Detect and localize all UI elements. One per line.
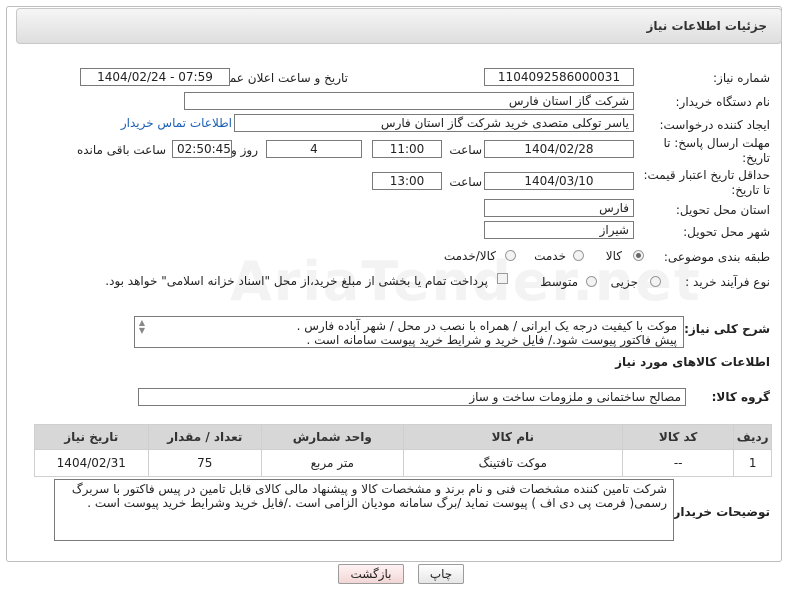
cell-unit: متر مربع (261, 449, 404, 477)
category-option-goods: کالا (605, 249, 622, 263)
buyer-org-label: نام دستگاه خریدار: (675, 95, 771, 109)
col-unit: واحد شمارش (261, 424, 404, 450)
province-field: فارس (484, 199, 634, 217)
table-header-row: ردیف کد کالا نام کالا واحد شمارش تعداد /… (34, 424, 772, 450)
scrollbar[interactable]: ▲ ▼ (137, 319, 147, 335)
deadline-label-date: تاریخ: (742, 151, 770, 165)
category-option-service: خدمت (534, 249, 566, 263)
buyer-notes-line-1: شرکت تامین کننده مشخصات فنی و نام برند و… (71, 482, 667, 496)
deadline-time-label: ساعت (449, 143, 482, 157)
buyer-notes-label: توضیحات خریدار: (668, 505, 770, 519)
cell-code: -- (621, 449, 735, 477)
category-label: طبقه بندی موضوعی: (663, 250, 770, 264)
treasury-payment-note: پرداخت تمام یا بخشی از مبلغ خرید،از محل … (105, 274, 488, 288)
need-number-label: شماره نیاز: (713, 71, 770, 85)
summary-line-2: پیش فاکتور پیوست شود./ فایل خرید و شرایط… (306, 333, 677, 347)
deadline-date-field: 1404/02/28 (484, 140, 634, 158)
remaining-time-field: 02:50:45 (172, 140, 232, 158)
buyer-notes-line-2: رسمی( فرمت پی دی اف ) پیوست نماید /برگ س… (87, 496, 667, 510)
days-field: 4 (266, 140, 362, 158)
buyer-contact-link[interactable]: اطلاعات تماس خریدار (121, 116, 232, 130)
process-type-label: نوع فرآیند خرید : (685, 275, 770, 289)
category-radio-service[interactable] (573, 250, 584, 261)
cell-row: 1 (733, 449, 772, 477)
process-radio-medium[interactable] (586, 276, 597, 287)
deadline-label: مهلت ارسال پاسخ: تا (663, 136, 770, 150)
summary-textarea[interactable]: ▲ ▼ موکت با کیفیت درجه یک ایرانی / همراه … (134, 316, 684, 348)
price-validity-time-field: 13:00 (372, 172, 442, 190)
treasury-payment-checkbox[interactable] (497, 273, 508, 284)
process-option-minor: جزیی (610, 275, 638, 289)
city-label: شهر محل تحویل: (683, 225, 770, 239)
panel-header: جزئیات اطلاعات نیاز (16, 8, 782, 44)
back-button[interactable]: بازگشت (338, 564, 404, 584)
cell-qty: 75 (147, 449, 263, 477)
goods-group-label: گروه کالا: (711, 390, 770, 404)
price-validity-label-date: تا تاریخ: (731, 183, 770, 197)
remaining-label: ساعت باقی مانده (76, 143, 166, 157)
province-label: استان محل تحویل: (675, 203, 770, 217)
announce-field: 1404/02/24 - 07:59 (80, 68, 230, 86)
col-name: نام کالا (402, 424, 624, 450)
category-radio-goods-service[interactable] (505, 250, 516, 261)
creator-field: یاسر توکلی متصدی خرید شرکت گاز استان فار… (234, 114, 634, 132)
summary-line-1: موکت با کیفیت درجه یک ایرانی / همراه با … (296, 319, 677, 333)
city-field: شیراز (484, 221, 634, 239)
page-title: جزئیات اطلاعات نیاز (646, 19, 767, 33)
cell-date: 1404/02/31 (34, 449, 149, 477)
process-radio-minor[interactable] (650, 276, 661, 287)
col-qty: تعداد / مقدار (147, 424, 263, 450)
goods-group-field: مصالح ساختمانی و ملزومات ساخت و ساز (138, 388, 686, 406)
price-validity-date-field: 1404/03/10 (484, 172, 634, 190)
category-radio-goods[interactable] (633, 250, 644, 261)
buyer-notes-textarea[interactable]: شرکت تامین کننده مشخصات فنی و نام برند و… (54, 479, 674, 541)
price-validity-time-label: ساعت (449, 175, 482, 189)
print-button[interactable]: چاپ (418, 564, 464, 584)
goods-section-title: اطلاعات کالاهای مورد نیاز (615, 355, 770, 369)
days-label: روز و (231, 143, 258, 157)
buyer-org-field: شرکت گاز استان فارس (184, 92, 634, 110)
summary-label: شرح کلی نیاز: (684, 322, 770, 336)
col-code: کد کالا (621, 424, 735, 450)
process-option-medium: متوسط (540, 275, 578, 289)
goods-table: ردیف کد کالا نام کالا واحد شمارش تعداد /… (34, 424, 772, 477)
category-option-goods-service: کالا/خدمت (443, 249, 496, 263)
col-row: ردیف (733, 424, 772, 450)
price-validity-label: حداقل تاریخ اعتبار قیمت: (643, 168, 770, 182)
cell-name: موکت تافتینگ (402, 449, 624, 477)
col-date: تاریخ نیاز (34, 424, 149, 450)
deadline-time-field: 11:00 (372, 140, 442, 158)
table-row: 1 -- موکت تافتینگ متر مربع 75 1404/02/31 (34, 449, 772, 477)
creator-label: ایجاد کننده درخواست: (659, 118, 770, 132)
need-number-field: 1104092586000031 (484, 68, 634, 86)
